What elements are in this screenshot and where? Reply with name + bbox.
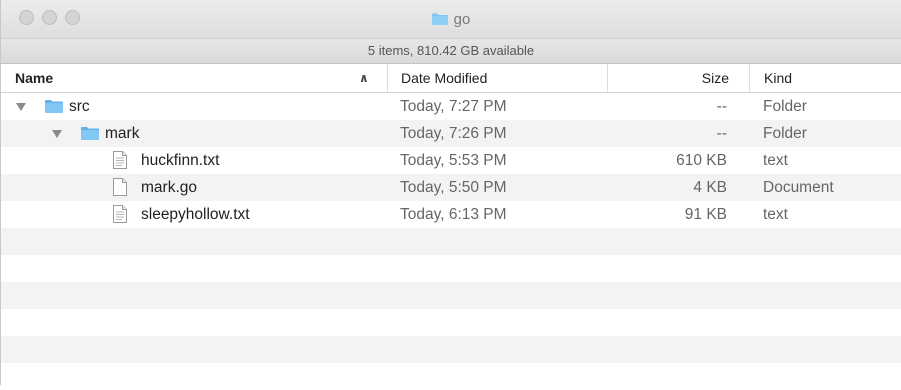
status-bar: 5 items, 810.42 GB available: [1, 39, 901, 64]
file-size: --: [716, 98, 727, 115]
file-row-huckfinn[interactable]: huckfinn.txt Today, 5:53 PM 610 KB text: [1, 147, 901, 174]
file-name: mark: [105, 125, 140, 142]
sort-ascending-icon: ∧: [359, 71, 369, 85]
empty-row: [1, 282, 901, 309]
file-name: huckfinn.txt: [141, 152, 220, 169]
file-kind: Folder: [763, 125, 807, 142]
file-date: Today, 6:13 PM: [400, 206, 507, 223]
file-name: mark.go: [141, 179, 197, 196]
file-row-mark-go[interactable]: mark.go Today, 5:50 PM 4 KB Document: [1, 174, 901, 201]
folder-icon: [45, 100, 63, 113]
file-date: Today, 5:50 PM: [400, 179, 507, 196]
column-header-kind[interactable]: Kind: [749, 64, 901, 92]
document-icon: [113, 178, 127, 196]
file-size: --: [716, 125, 727, 142]
file-row-mark[interactable]: mark Today, 7:26 PM -- Folder: [1, 120, 901, 147]
text-file-icon: [113, 151, 127, 169]
file-row-sleepyhollow[interactable]: sleepyhollow.txt Today, 6:13 PM 91 KB te…: [1, 201, 901, 228]
file-kind: text: [763, 206, 788, 223]
file-kind: text: [763, 152, 788, 169]
file-name: src: [69, 98, 90, 115]
column-header-size[interactable]: Size: [607, 64, 749, 92]
file-date: Today, 5:53 PM: [400, 152, 507, 169]
file-name: sleepyhollow.txt: [141, 206, 250, 223]
empty-row: [1, 336, 901, 363]
file-date: Today, 7:27 PM: [400, 98, 507, 115]
file-kind: Document: [763, 179, 834, 196]
empty-row: [1, 309, 901, 336]
empty-row: [1, 255, 901, 282]
file-row-src[interactable]: src Today, 7:27 PM -- Folder: [1, 93, 901, 120]
disclosure-expanded-icon[interactable]: [52, 130, 62, 138]
column-header-date[interactable]: Date Modified: [387, 64, 607, 92]
empty-row: [1, 228, 901, 255]
file-size: 4 KB: [693, 179, 727, 196]
file-size: 610 KB: [676, 152, 727, 169]
file-size: 91 KB: [684, 206, 727, 223]
file-list: src Today, 7:27 PM -- Folder mark Today,…: [1, 93, 901, 390]
column-header-name[interactable]: Name ∧: [15, 64, 385, 92]
folder-icon: [431, 13, 448, 25]
folder-icon: [81, 127, 99, 140]
text-file-icon: [113, 205, 127, 223]
empty-row: [1, 363, 901, 390]
window-title-text: go: [453, 10, 471, 28]
file-kind: Folder: [763, 98, 807, 115]
file-date: Today, 7:26 PM: [400, 125, 507, 142]
finder-window: go 5 items, 810.42 GB available Name ∧ D…: [0, 0, 901, 385]
disclosure-expanded-icon[interactable]: [16, 103, 26, 111]
column-header-name-label: Name: [15, 70, 54, 86]
window-title: go: [1, 0, 901, 38]
column-header: Name ∧ Date Modified Size Kind: [1, 64, 901, 93]
title-bar: go: [1, 0, 901, 39]
